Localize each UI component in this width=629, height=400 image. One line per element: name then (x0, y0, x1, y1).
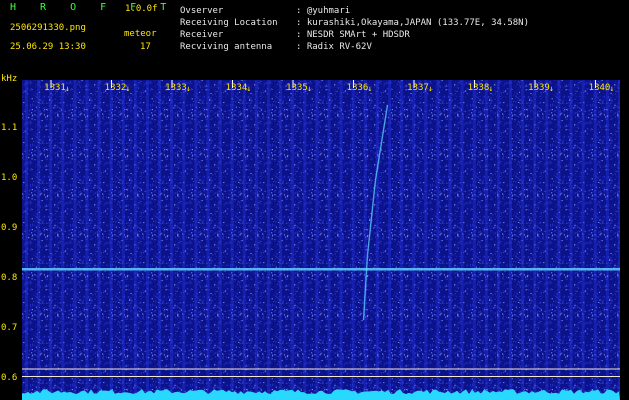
waterfall-stripe (49, 80, 53, 400)
info-label-observer: Ovserver (180, 6, 224, 16)
x-tick-marker: ↓ (489, 84, 494, 93)
waterfall-stripe (521, 80, 525, 400)
waterfall-stripe (424, 80, 428, 400)
carrier-signal-line (22, 268, 620, 271)
y-tick-label: 0.6 (1, 373, 18, 383)
waterfall-stripe (569, 80, 573, 400)
info-value-antenna: : Radix RV-62V (296, 42, 372, 52)
waterfall-stripe (460, 80, 464, 400)
waterfall-stripe (363, 80, 367, 400)
waterfall-stripe (146, 80, 149, 400)
x-tick-label: 1337 (407, 83, 429, 93)
y-tick-label: 1.0 (1, 173, 18, 183)
waterfall-stripe (61, 80, 65, 400)
info-label-location: Receiving Location (180, 18, 278, 28)
waterfall-stripe (605, 80, 609, 400)
waterfall-stripe (339, 80, 343, 400)
waterfall-stripe (496, 80, 500, 400)
waterfall-stripe (97, 80, 101, 400)
info-label-antenna: Recviving antenna (180, 42, 273, 52)
waterfall-stripe (327, 80, 331, 400)
x-tick-marker: ↓ (368, 84, 373, 93)
x-tick-marker: ↓ (247, 84, 252, 93)
waterfall-stripe (73, 80, 77, 400)
x-tick-marker: ↓ (126, 84, 131, 93)
x-tick-label: 1333 (165, 83, 187, 93)
waterfall-stripe (109, 80, 113, 400)
x-tick-label: 1332 (105, 83, 127, 93)
x-tick-marker: ↓ (549, 84, 554, 93)
y-tick-label: 1.1 (1, 123, 18, 133)
waterfall-stripe (254, 80, 258, 400)
waterfall-stripe (291, 80, 295, 400)
waterfall-stripe (509, 80, 512, 400)
x-tick-label: 1335 (286, 83, 308, 93)
meteor-label: meteor (124, 29, 157, 39)
waterfall-stripe (158, 80, 162, 400)
x-tick-marker: ↓ (186, 84, 191, 93)
waterfall-stripe (25, 80, 28, 400)
x-tick-marker: ↓ (610, 84, 615, 93)
waterfall-stripe (37, 80, 41, 400)
x-tick-label: 1336 (347, 83, 369, 93)
waterfall-stripe (436, 80, 440, 400)
waterfall-stripe (170, 80, 174, 400)
waterfall-stripe (133, 80, 137, 400)
waterfall-stripe (388, 80, 391, 400)
waterfall-stripe (557, 80, 561, 400)
x-tick-marker: ↓ (307, 84, 312, 93)
x-tick-marker: ↓ (65, 84, 70, 93)
waterfall-stripe (472, 80, 476, 400)
y-tick-label: 0.8 (1, 273, 18, 283)
x-tick-label: 1331 (44, 83, 66, 93)
meteor-count: 17 (140, 42, 151, 52)
waterfall-stripe (351, 80, 355, 400)
info-value-location: : kurashiki,Okayama,JAPAN (133.77E, 34.5… (296, 18, 529, 28)
info-value-observer: : @yuhmari (296, 6, 351, 16)
waterfall-stripe (545, 80, 549, 400)
waterfall-stripe (279, 80, 283, 400)
waterfall-stripe (206, 80, 210, 400)
waterfall-stripe (484, 80, 488, 400)
waterfall-stripe (85, 80, 89, 400)
observation-datetime: 25.06.29 13:30 (10, 42, 86, 52)
waterfall-stripe (315, 80, 319, 400)
y-tick-label: 0.7 (1, 323, 18, 333)
waterfall-stripe (448, 80, 452, 400)
info-label-receiver: Receiver (180, 30, 224, 40)
waterfall-stripe (303, 80, 307, 400)
info-value-receiver: : NESDR SMArt + HDSDR (296, 30, 410, 40)
image-filename: 2506291330.png (10, 23, 86, 33)
waterfall-stripe (593, 80, 597, 400)
x-tick-label: 1340 (589, 83, 611, 93)
waterfall-stripe (267, 80, 270, 400)
waterfall-stripe (182, 80, 186, 400)
waterfall-stripe (375, 80, 379, 400)
x-tick-label: 1338 (468, 83, 490, 93)
waterfall-stripe (121, 80, 125, 400)
waterfall-stripe (194, 80, 198, 400)
waterfall-spectrogram: 1331 ↓ 1332 ↓ 1333 ↓ 1334 ↓ 1335 ↓ 1336 ↓ 1337 ↓ 1338 ↓… (22, 80, 620, 400)
x-tick-label: 1334 (226, 83, 248, 93)
waterfall-stripe (242, 80, 246, 400)
waterfall-stripe (581, 80, 585, 400)
waterfall-stripe (617, 80, 620, 400)
y-axis-unit-label: kHz (1, 74, 18, 84)
app-version: 1.0.0f (125, 4, 158, 14)
x-tick-label: 1339 (528, 83, 550, 93)
waterfall-stripe (230, 80, 234, 400)
waterfall-stripe (412, 80, 416, 400)
waterfall-stripe (533, 80, 537, 400)
y-tick-label: 0.9 (1, 223, 18, 233)
hrofft-window: H R O F F T 1.0.0f 2506291330.png 25.06.… (0, 0, 629, 400)
waterfall-svg: 1331 ↓ 1332 ↓ 1333 ↓ 1334 ↓ 1335 ↓ 1336 ↓ 1337 ↓ 1338 ↓… (22, 80, 620, 400)
waterfall-stripe (400, 80, 404, 400)
x-tick-marker: ↓ (428, 84, 433, 93)
waterfall-stripe (218, 80, 222, 400)
